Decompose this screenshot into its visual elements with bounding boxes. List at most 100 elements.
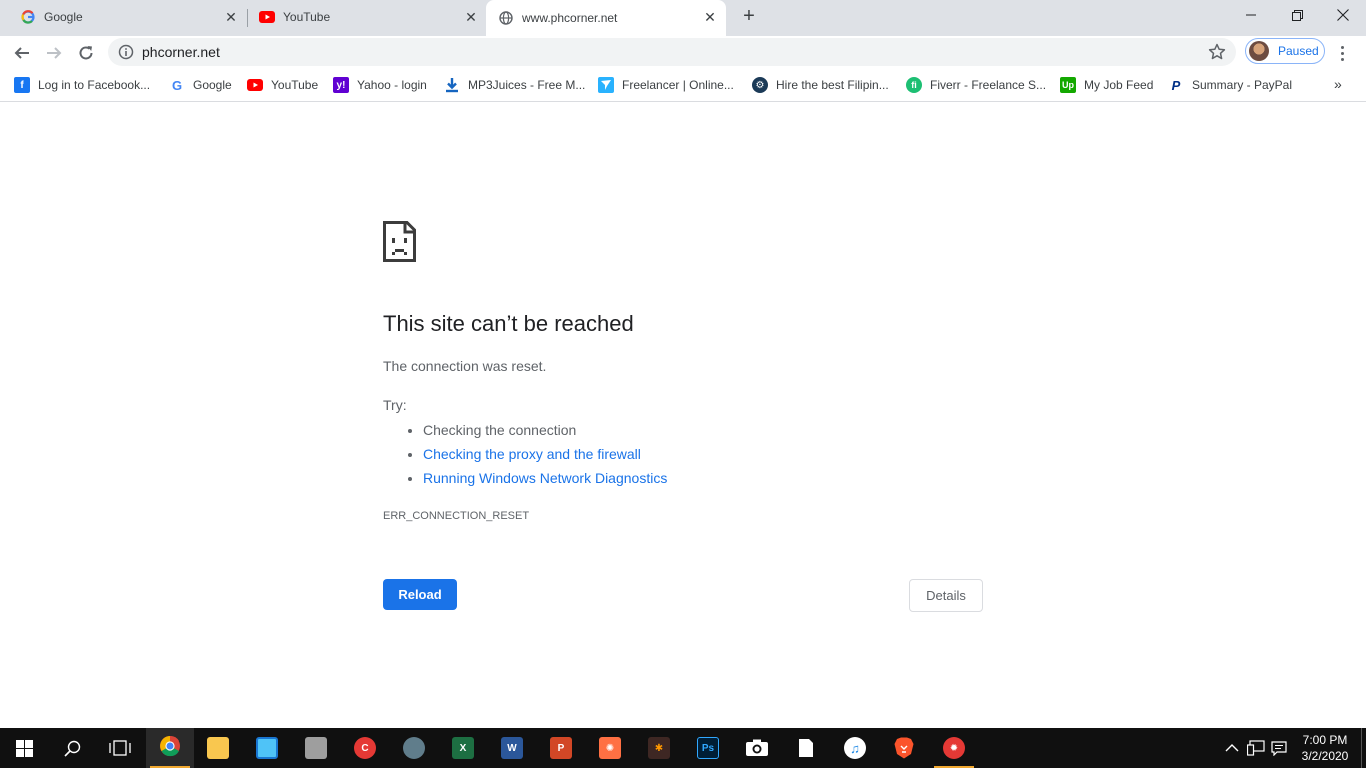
details-button[interactable]: Details [909, 579, 983, 612]
reload-nav-button[interactable] [74, 41, 98, 65]
close-icon[interactable]: ✕ [224, 10, 238, 24]
system-clock[interactable]: 7:00 PM 3/2/2020 [1298, 732, 1352, 764]
youtube-icon [247, 77, 263, 93]
site-info-icon[interactable] [118, 44, 134, 60]
clock-date: 3/2/2020 [1301, 749, 1349, 763]
tray-overflow-icon[interactable] [1224, 740, 1240, 756]
document-icon [799, 739, 813, 757]
profile-button[interactable]: Paused [1245, 38, 1325, 64]
brave-lion-icon [894, 737, 914, 759]
url-text[interactable]: phcorner.net [142, 44, 220, 60]
powerpoint-icon: P [550, 737, 572, 759]
suggestion-list: Checking the connection Checking the pro… [383, 420, 667, 492]
minimize-button[interactable] [1228, 0, 1274, 30]
suggestion-item[interactable]: Running Windows Network Diagnostics [423, 468, 667, 492]
bookmark-label: Fiverr - Freelance S... [930, 78, 1047, 92]
close-window-button[interactable] [1320, 0, 1366, 30]
taskbar-excel[interactable]: X [439, 728, 487, 768]
menu-dot [1340, 45, 1344, 49]
brick-wall-icon [305, 737, 327, 759]
windows-logo-icon [15, 739, 33, 757]
taskbar-itunes[interactable]: ♫ [831, 728, 879, 768]
tab-phcorner[interactable]: www.phcorner.net ✕ [486, 0, 726, 36]
bookmark-label: Log in to Facebook... [38, 78, 151, 92]
photoshop-icon: Ps [697, 737, 719, 759]
taskbar-powerpoint[interactable]: P [537, 728, 585, 768]
close-icon[interactable]: ✕ [464, 10, 478, 24]
error-description: The connection was reset. [383, 358, 547, 374]
close-icon[interactable]: ✕ [703, 10, 717, 24]
bookmark-mp3juices[interactable]: MP3Juices - Free M... [444, 76, 585, 94]
bookmark-yahoo[interactable]: y! Yahoo - login [333, 76, 427, 94]
tab-google[interactable]: Google ✕ [0, 0, 246, 34]
task-view-button[interactable] [96, 728, 144, 768]
taskbar-illustrator[interactable]: ✱ [635, 728, 683, 768]
minimize-icon [1246, 14, 1256, 16]
restore-icon [1291, 9, 1303, 21]
tab-title: YouTube [283, 10, 331, 24]
notification-icon[interactable] [1271, 740, 1287, 757]
search-button[interactable] [48, 728, 96, 768]
taskbar-notepad[interactable] [782, 728, 830, 768]
taskbar-photoshop[interactable]: Ps [684, 728, 732, 768]
tab-youtube[interactable]: YouTube ✕ [248, 0, 486, 34]
bookmark-label: MP3Juices - Free M... [468, 78, 586, 92]
onlinejobs-icon: ⚙ [752, 77, 768, 93]
facebook-icon: f [14, 77, 30, 93]
taskbar-camera[interactable] [733, 728, 781, 768]
profile-status-label: Paused [1278, 44, 1319, 58]
download-icon [444, 77, 460, 93]
bookmark-google[interactable]: G Google [169, 76, 232, 94]
app-icon: ✺ [599, 737, 621, 759]
taskbar-control-panel[interactable] [243, 728, 291, 768]
taskbar-app-orange[interactable]: ✺ [586, 728, 634, 768]
tab-title: www.phcorner.net [522, 11, 618, 25]
address-bar[interactable]: phcorner.net [108, 38, 1236, 66]
suggestion-text: Checking the connection [423, 422, 577, 438]
bookmark-youtube[interactable]: YouTube [247, 76, 318, 94]
folder-icon [207, 737, 229, 759]
yahoo-icon: y! [333, 77, 349, 93]
bookmark-star-icon[interactable] [1208, 43, 1226, 61]
taskbar-ccleaner[interactable]: C [341, 728, 389, 768]
bookmarks-overflow-icon[interactable]: » [1334, 76, 1342, 92]
bookmark-upwork[interactable]: Up My Job Feed [1060, 76, 1153, 94]
restore-button[interactable] [1274, 0, 1320, 30]
bookmark-label: Google [193, 78, 232, 92]
back-button[interactable] [10, 41, 34, 65]
browser-toolbar: phcorner.net Paused [0, 36, 1366, 69]
suggestion-item[interactable]: Checking the proxy and the firewall [423, 444, 667, 468]
network-diagnostics-link[interactable]: Running Windows Network Diagnostics [423, 470, 667, 486]
bookmarks-bar: f Log in to Facebook... G Google YouTube… [0, 69, 1366, 102]
bookmark-paypal[interactable]: P Summary - PayPal [1168, 76, 1292, 94]
network-icon[interactable] [1246, 740, 1265, 756]
reload-icon [79, 46, 93, 60]
bookmark-facebook[interactable]: f Log in to Facebook... [14, 76, 150, 94]
error-title: This site can’t be reached [383, 311, 634, 336]
excel-icon: X [452, 737, 474, 759]
browser-menu-button[interactable] [1334, 42, 1350, 64]
forward-button[interactable] [42, 41, 66, 65]
taskbar-chrome[interactable] [146, 728, 194, 768]
helmet-icon [403, 737, 425, 759]
proxy-firewall-link[interactable]: Checking the proxy and the firewall [423, 446, 641, 462]
error-code: ERR_CONNECTION_RESET [383, 510, 530, 522]
forward-arrow-icon [47, 47, 62, 59]
taskbar-word[interactable]: W [488, 728, 536, 768]
camera-icon [746, 739, 768, 756]
bookmark-label: My Job Feed [1084, 78, 1154, 92]
taskbar-firewall[interactable] [292, 728, 340, 768]
taskbar-settings-app[interactable]: ✹ [930, 728, 978, 768]
new-tab-button[interactable]: + [738, 6, 760, 28]
taskbar-brave[interactable] [880, 728, 928, 768]
bookmark-onlinejobs[interactable]: ⚙ Hire the best Filipin... [752, 76, 889, 94]
taskbar-file-explorer[interactable] [194, 728, 242, 768]
back-arrow-icon [14, 47, 29, 59]
reload-button[interactable]: Reload [383, 579, 457, 610]
start-button[interactable] [0, 728, 48, 768]
try-label: Try: [383, 397, 407, 413]
bookmark-freelancer[interactable]: Freelancer | Online... [598, 76, 734, 94]
bookmark-fiverr[interactable]: fi Fiverr - Freelance S... [906, 76, 1046, 94]
taskbar-tool[interactable] [390, 728, 438, 768]
show-desktop-button[interactable] [1361, 728, 1366, 768]
